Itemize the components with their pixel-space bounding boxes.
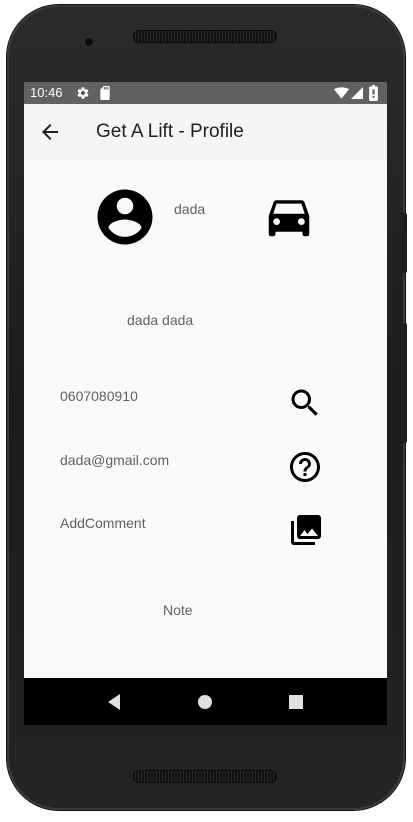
recents-square-icon[interactable] xyxy=(284,690,308,714)
page-title: Get A Lift - Profile xyxy=(96,121,244,142)
status-bar: 10:46 xyxy=(24,82,387,104)
account-circle-icon[interactable] xyxy=(92,184,158,250)
car-icon[interactable] xyxy=(262,189,316,243)
sd-card-icon xyxy=(100,86,110,100)
battery-icon xyxy=(369,85,378,101)
photo-library-icon[interactable] xyxy=(288,512,324,548)
home-circle-icon[interactable] xyxy=(193,690,217,714)
search-icon[interactable] xyxy=(287,385,323,421)
username-label: dada xyxy=(174,201,206,217)
app-bar: Get A Lift - Profile xyxy=(24,104,387,160)
help-outline-icon[interactable] xyxy=(287,449,323,485)
phone-frame: 10:46 Get A Lift - Profile dada dada dad… xyxy=(7,5,407,810)
top-speaker xyxy=(133,30,277,43)
back-triangle-icon[interactable] xyxy=(102,690,126,714)
email-label: dada@gmail.com xyxy=(60,452,170,468)
status-time: 10:46 xyxy=(30,85,63,100)
signal-icon xyxy=(351,87,363,99)
power-button xyxy=(401,213,407,273)
screen: 10:46 Get A Lift - Profile dada dada dad… xyxy=(24,82,387,725)
comment-label[interactable]: AddComment xyxy=(60,515,146,531)
gear-icon xyxy=(77,87,89,99)
full-name-label: dada dada xyxy=(127,312,194,328)
front-camera xyxy=(85,38,93,46)
arrow-back-icon[interactable] xyxy=(38,120,62,144)
phone-label: 0607080910 xyxy=(60,388,138,404)
bottom-speaker xyxy=(133,770,277,783)
navigation-bar xyxy=(24,678,387,725)
note-label[interactable]: Note xyxy=(163,602,193,618)
wifi-icon xyxy=(334,87,349,99)
volume-button xyxy=(401,323,407,443)
